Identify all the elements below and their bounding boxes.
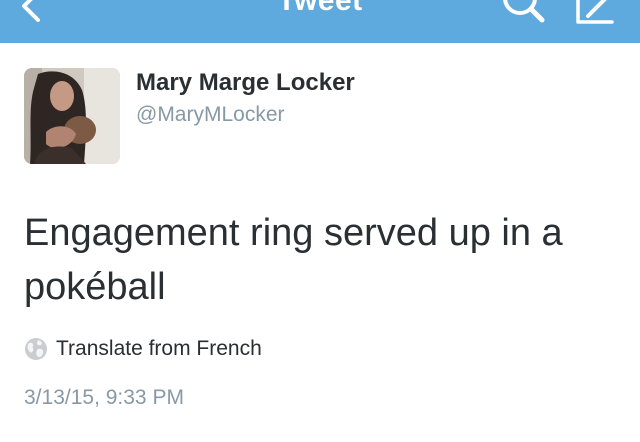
timestamp: 3/13/15, 9:33 PM	[24, 386, 184, 409]
nav-bar: Tweet	[0, 0, 640, 43]
compose-icon[interactable]	[572, 0, 620, 24]
avatar[interactable]	[24, 68, 120, 164]
translate-label: Translate from French	[56, 337, 262, 360]
search-icon[interactable]	[496, 0, 548, 26]
tweet-text: Engagement ring served up in a pokéball	[24, 212, 563, 308]
username[interactable]: @MaryMLocker	[136, 103, 285, 127]
avatar-photo	[24, 68, 120, 164]
globe-icon	[25, 338, 47, 360]
display-name[interactable]: Mary Marge Locker	[136, 69, 355, 97]
translate-link[interactable]: Translate from French	[24, 336, 262, 362]
